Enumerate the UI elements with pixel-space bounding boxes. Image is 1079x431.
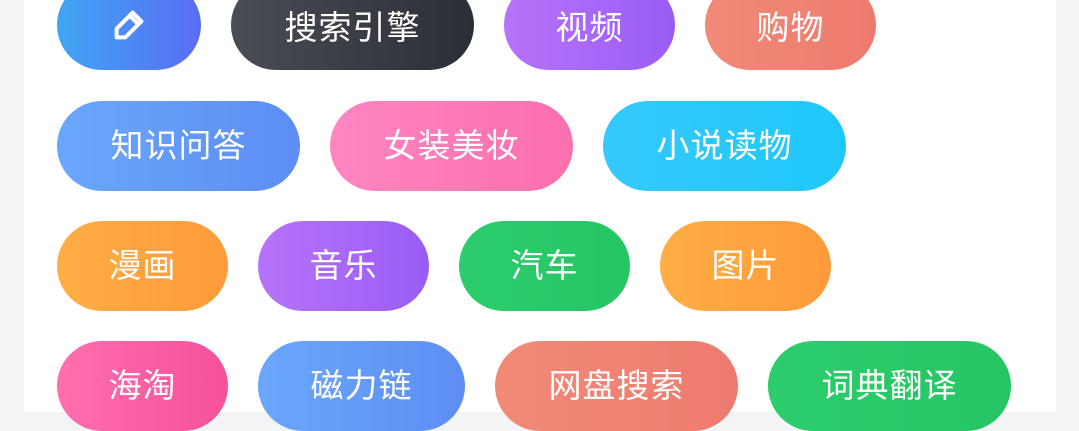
tag-netdisk[interactable]: 网盘搜索: [495, 341, 738, 431]
tag-dictionary[interactable]: 词典翻译: [768, 341, 1011, 431]
tag-comics[interactable]: 漫画: [57, 221, 228, 311]
tag-beauty[interactable]: 女装美妆: [330, 101, 573, 191]
pencil-icon: [114, 10, 144, 40]
tag-novels[interactable]: 小说读物: [603, 101, 846, 191]
tag-shopping[interactable]: 购物: [705, 0, 876, 70]
tag-images[interactable]: 图片: [660, 221, 831, 311]
tag-search-engine[interactable]: 搜索引擎: [231, 0, 474, 70]
tag-magnet[interactable]: 磁力链: [258, 341, 465, 431]
tag-video[interactable]: 视频: [504, 0, 675, 70]
tag-overseas[interactable]: 海淘: [57, 341, 228, 431]
tag-music[interactable]: 音乐: [258, 221, 429, 311]
edit-tags-button[interactable]: [57, 0, 201, 70]
tag-qa[interactable]: 知识问答: [57, 101, 300, 191]
tag-cars[interactable]: 汽车: [459, 221, 630, 311]
